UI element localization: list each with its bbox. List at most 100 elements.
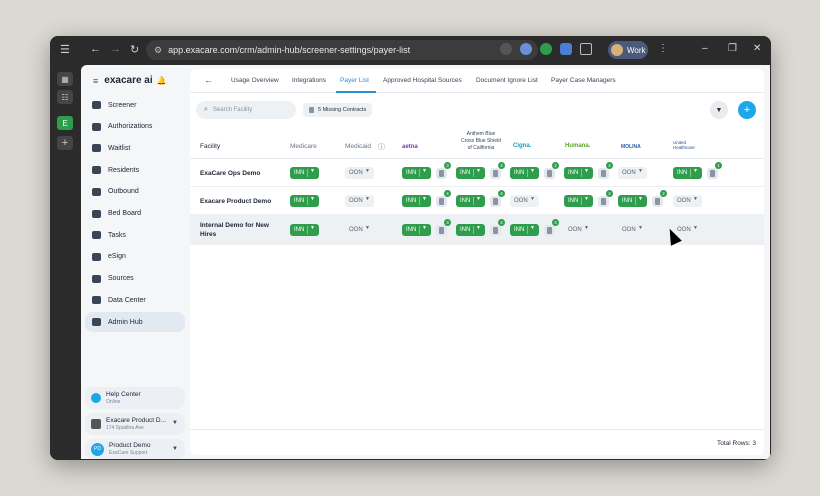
sidebar-item-waitlist[interactable]: Waitlist: [85, 138, 185, 158]
tab-search-icon[interactable]: ☰: [60, 43, 70, 56]
contract-document-button[interactable]: [490, 196, 501, 207]
chevron-down-icon: ▼: [584, 196, 589, 202]
tab-payer-list[interactable]: Payer List: [340, 77, 369, 84]
contract-document-button[interactable]: [490, 225, 501, 236]
network-status-select-cigna[interactable]: INN ▼: [510, 224, 539, 236]
network-status-select-medicare[interactable]: INN ▼: [290, 195, 319, 207]
sidebar-item-admin-hub[interactable]: Admin Hub: [85, 312, 185, 332]
reload-icon[interactable]: ↻: [130, 43, 139, 56]
col-medicare: Medicare: [290, 143, 317, 150]
network-status-select-medicaid[interactable]: OON ▼: [345, 224, 374, 236]
profile-chip[interactable]: Work: [608, 41, 648, 59]
contract-document-button[interactable]: [436, 168, 447, 179]
sidebar-item-authorizations[interactable]: Authorizations: [85, 117, 185, 137]
user-menu[interactable]: PD Product Demo ExaCare Support ▼: [85, 439, 185, 459]
bell-icon[interactable]: 🔔: [157, 76, 167, 85]
contract-document-button[interactable]: [652, 196, 663, 207]
contract-document-button[interactable]: [707, 168, 718, 179]
network-status-select-anthem[interactable]: INN ▼: [456, 224, 485, 236]
table-row: ExaCare Ops Demo INN ▼ OON ▼ INN ▼ 3 INN ▼ 4 INN ▼ 2 I…: [190, 159, 764, 187]
more-menu-icon[interactable]: ⋮: [658, 43, 668, 54]
network-status-select-medicaid[interactable]: OON ▼: [345, 195, 374, 207]
exacare-app-icon[interactable]: E: [57, 116, 73, 130]
sidebar-item-outbound[interactable]: Outbound: [85, 182, 185, 202]
address-bar[interactable]: ⚙ app.exacare.com/crm/admin-hub/screener…: [146, 40, 538, 60]
contacts-icon[interactable]: ☷: [57, 90, 73, 104]
tab-integrations[interactable]: Integrations: [292, 77, 326, 84]
add-button[interactable]: +: [738, 101, 756, 119]
network-status-select-humana[interactable]: OON ▼: [564, 224, 593, 236]
sidebar-item-sources[interactable]: Sources: [85, 269, 185, 289]
search-input[interactable]: ⌕ Search Facility: [196, 101, 296, 119]
restore-icon[interactable]: ❐: [728, 43, 737, 54]
back-arrow-icon[interactable]: ←: [204, 75, 213, 85]
network-status-select-humana[interactable]: INN ▼: [564, 195, 593, 207]
network-status-select-anthem[interactable]: INN ▼: [456, 195, 485, 207]
sidebar-item-esign[interactable]: eSign: [85, 247, 185, 267]
network-status-select-anthem[interactable]: INN ▼: [456, 167, 485, 179]
network-status-select-medicaid[interactable]: OON ▼: [345, 167, 374, 179]
add-icon[interactable]: +: [57, 136, 73, 150]
search-icon: ⌕: [204, 106, 208, 113]
tab-approved-hospital-sources[interactable]: Approved Hospital Sources: [383, 77, 462, 84]
info-icon[interactable]: ⓘ: [378, 142, 385, 152]
site-info-icon[interactable]: ⚙: [154, 45, 162, 56]
sidebar-item-bed-board[interactable]: Bed Board: [85, 204, 185, 224]
extension-icon[interactable]: [500, 43, 512, 55]
minimize-icon[interactable]: –: [702, 43, 708, 54]
logo: exacare ai: [104, 75, 153, 86]
network-status-select-aetna[interactable]: INN ▼: [402, 167, 431, 179]
sidebar-item-label: Screener: [108, 101, 137, 109]
contract-document-button[interactable]: [436, 196, 447, 207]
network-status-select-cigna[interactable]: INN ▼: [510, 167, 539, 179]
contract-document-button[interactable]: [598, 196, 609, 207]
facility-switcher[interactable]: Exacare Product D... 174 Spadina Ave ▼: [85, 413, 185, 435]
missing-contracts-chip[interactable]: 5 Missing Contracts: [303, 103, 373, 117]
network-status-select-aetna[interactable]: INN ▼: [402, 224, 431, 236]
network-status-select-aetna[interactable]: INN ▼: [402, 195, 431, 207]
network-status-select-medicare[interactable]: INN ▼: [290, 167, 319, 179]
network-status-select-humana[interactable]: INN ▼: [564, 167, 593, 179]
sidebar-item-data-center[interactable]: Data Center: [85, 290, 185, 310]
chevron-down-icon: ▼: [422, 168, 427, 174]
avatar: [611, 44, 623, 56]
contract-document-button[interactable]: [436, 225, 447, 236]
close-icon[interactable]: ✕: [753, 43, 761, 54]
network-status-select-cigna[interactable]: OON ▼: [510, 195, 539, 207]
network-status-select-molina[interactable]: INN ▼: [618, 195, 647, 207]
network-status-select-uhc[interactable]: INN ▼: [673, 167, 702, 179]
divider: [635, 197, 636, 205]
forward-icon[interactable]: →: [110, 43, 121, 55]
filter-button[interactable]: ▼: [710, 101, 728, 119]
contract-document-button[interactable]: [490, 168, 501, 179]
tab-document-ignore-list[interactable]: Document Ignore List: [476, 77, 538, 84]
table-header: Facility Medicare Medicaid ⓘ aetna Anthe…: [190, 129, 764, 159]
network-status-select-molina[interactable]: OON ▼: [618, 224, 647, 236]
back-icon[interactable]: ←: [90, 43, 101, 55]
help-center-card[interactable]: Help Center Online: [85, 387, 185, 409]
menu-icon[interactable]: ≡: [93, 76, 98, 86]
network-status-select-medicare[interactable]: INN ▼: [290, 224, 319, 236]
network-status-select-uhc[interactable]: OON ▼: [673, 195, 702, 207]
document-count-badge: 3: [444, 162, 451, 169]
sidebar-item-residents[interactable]: Residents: [85, 160, 185, 180]
network-status-value: OON: [622, 227, 636, 233]
tab-usage-overview[interactable]: Usage Overview: [231, 77, 279, 84]
new-extension-icon[interactable]: [560, 43, 572, 55]
contract-document-button[interactable]: [598, 168, 609, 179]
sidebar-item-tasks[interactable]: Tasks: [85, 225, 185, 245]
contract-document-button[interactable]: [544, 168, 555, 179]
sidebar-item-screener[interactable]: Screener: [85, 95, 185, 115]
network-status-select-molina[interactable]: OON ▼: [618, 167, 647, 179]
network-status-value: INN: [622, 198, 633, 204]
extensions-puzzle-icon[interactable]: [580, 43, 592, 55]
exacare-extension-icon[interactable]: [540, 43, 552, 55]
grid-icon[interactable]: ▦: [57, 72, 73, 86]
contract-document-button[interactable]: [544, 225, 555, 236]
sidebar-item-icon: [92, 122, 101, 131]
divider: [307, 197, 308, 205]
tab-payer-case-managers[interactable]: Payer Case Managers: [551, 77, 616, 84]
password-manager-icon[interactable]: [520, 43, 532, 55]
network-status-value: INN: [460, 227, 471, 233]
sidebar-item-label: Admin Hub: [108, 318, 143, 326]
